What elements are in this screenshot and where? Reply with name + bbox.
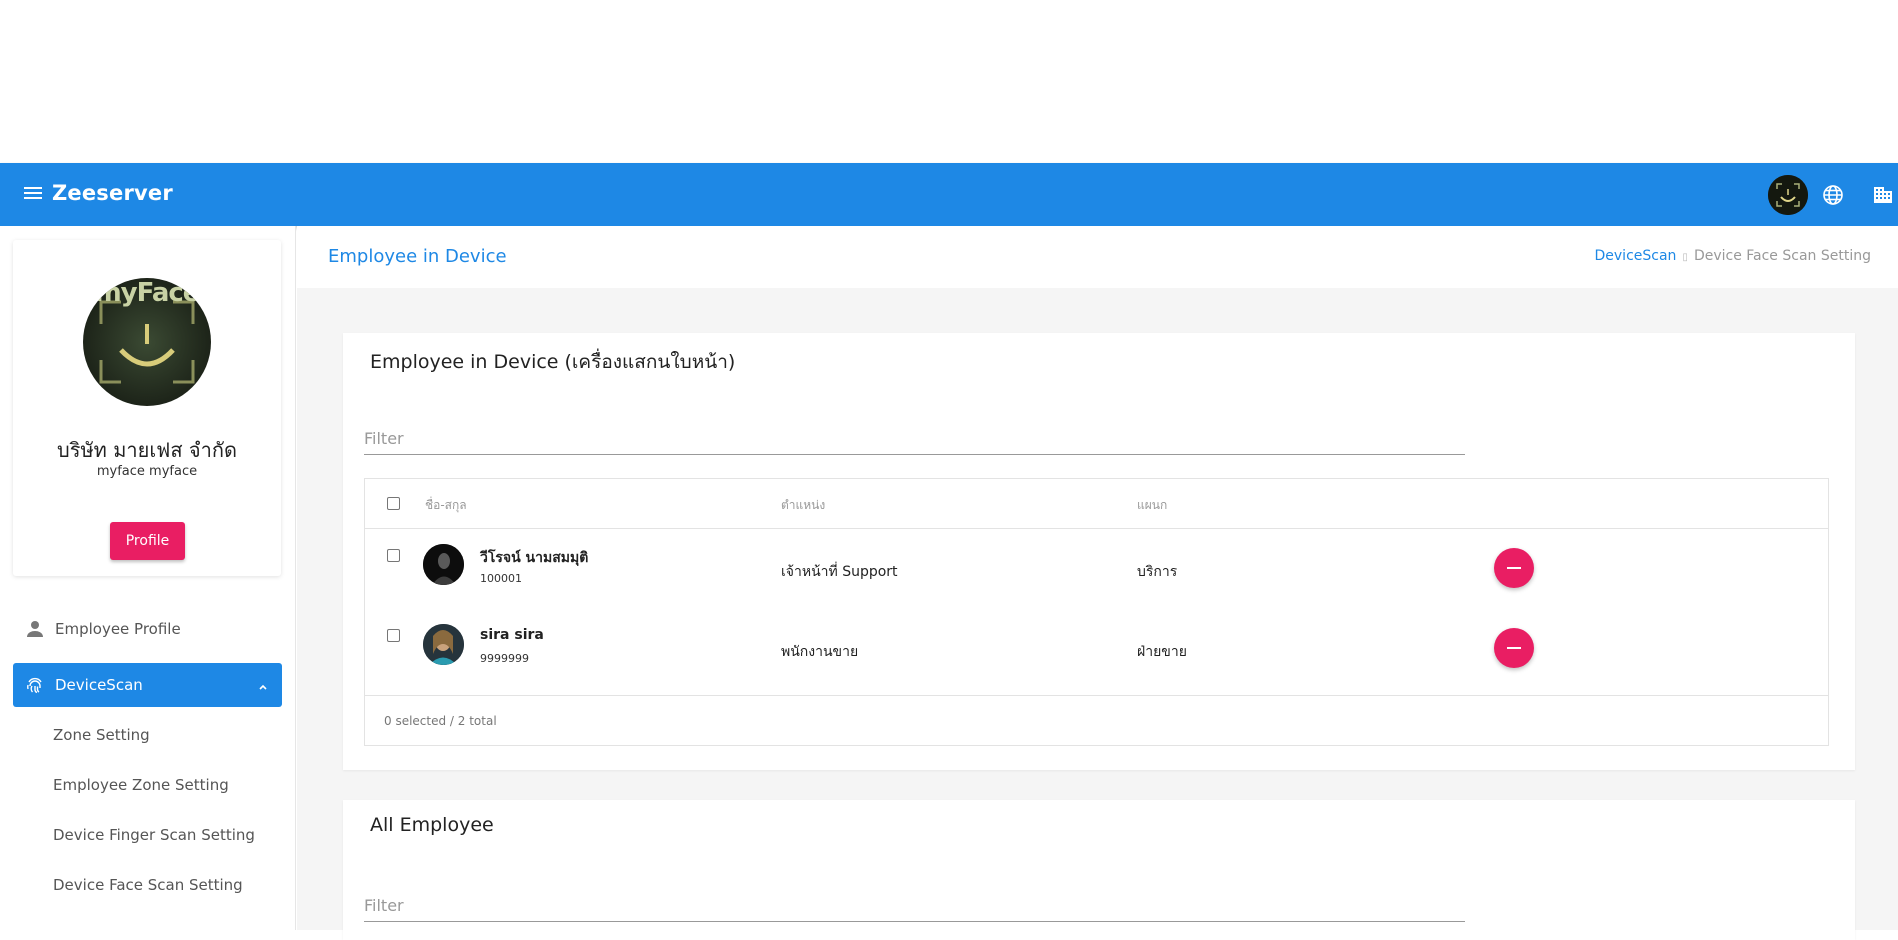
profile-card: myFace บริษัท มายเฟส จำกัด myface myface… bbox=[13, 240, 281, 576]
remove-employee-button[interactable] bbox=[1494, 628, 1534, 668]
breadcrumb-current: Device Face Scan Setting bbox=[1693, 248, 1871, 264]
card-title: Employee in Device (เครื่องแสกนใบหน้า) bbox=[370, 351, 736, 373]
employee-department: บริการ bbox=[1137, 564, 1178, 580]
table-row[interactable]: วีโรจน์ นามสมมุติ 100001 เจ้าหน้าที่ Sup… bbox=[365, 533, 1828, 613]
column-header-position[interactable]: ตำแหน่ง bbox=[781, 496, 825, 515]
select-all-checkbox[interactable] bbox=[387, 497, 400, 510]
table-row[interactable]: sira sira 9999999 พนักงานขาย ฝ่ายขาย bbox=[365, 613, 1828, 693]
employee-position: เจ้าหน้าที่ Support bbox=[781, 564, 898, 580]
building-icon[interactable] bbox=[1872, 184, 1894, 206]
page-title: Employee in Device bbox=[328, 246, 507, 267]
remove-employee-button[interactable] bbox=[1494, 548, 1534, 588]
sidebar-item-devicescan[interactable]: DeviceScan bbox=[13, 663, 282, 707]
filter-field bbox=[364, 890, 1465, 922]
employee-code: 9999999 bbox=[480, 652, 529, 665]
employee-position: พนักงานขาย bbox=[781, 644, 859, 660]
employee-code: 100001 bbox=[480, 572, 522, 585]
user-avatar[interactable] bbox=[1768, 175, 1808, 215]
breadcrumb: DeviceScan ▯ Device Face Scan Setting bbox=[1595, 248, 1872, 264]
app-bar: Zeeserver bbox=[0, 163, 1898, 226]
chevron-up-icon bbox=[258, 678, 268, 690]
menu-icon[interactable] bbox=[22, 184, 44, 206]
filter-input[interactable] bbox=[364, 890, 1465, 920]
avatar bbox=[423, 624, 464, 665]
person-icon bbox=[25, 619, 45, 639]
sidebar-item-label: DeviceScan bbox=[55, 676, 143, 694]
filter-input[interactable] bbox=[364, 423, 1465, 453]
employee-in-device-card: Employee in Device (เครื่องแสกนใบหน้า) ช… bbox=[343, 333, 1855, 770]
top-blank-area bbox=[0, 0, 1898, 163]
sidebar: myFace บริษัท มายเฟส จำกัด myface myface… bbox=[0, 226, 296, 930]
table-footer: 0 selected / 2 total bbox=[365, 695, 1828, 745]
company-logo: myFace bbox=[83, 278, 211, 406]
card-title: All Employee bbox=[370, 814, 494, 836]
page-header: Employee in Device DeviceScan ▯ Device Fac… bbox=[297, 226, 1898, 288]
employee-table: ชื่อ-สกุล ตำแหน่ง แผนก วีโรจน์ นามสมมุติ… bbox=[364, 478, 1829, 746]
logo-text: myFace bbox=[94, 278, 201, 308]
breadcrumb-separator: ▯ bbox=[1682, 252, 1688, 263]
main-content: Employee in Device DeviceScan ▯ Device Fac… bbox=[297, 226, 1898, 940]
sidebar-subitem-device-finger-scan-setting[interactable]: Device Finger Scan Setting bbox=[53, 826, 255, 844]
sidebar-subitem-zone-setting[interactable]: Zone Setting bbox=[53, 726, 150, 744]
app-title[interactable]: Zeeserver bbox=[52, 181, 173, 205]
column-header-name[interactable]: ชื่อ-สกุล bbox=[425, 496, 467, 515]
row-checkbox[interactable] bbox=[387, 549, 400, 562]
employee-name: sira sira bbox=[480, 627, 544, 643]
breadcrumb-devicescan[interactable]: DeviceScan bbox=[1595, 248, 1677, 264]
row-checkbox[interactable] bbox=[387, 629, 400, 642]
selection-count: 0 selected / 2 total bbox=[384, 714, 497, 728]
user-name: myface myface bbox=[96, 464, 198, 479]
sidebar-item-label: Employee Profile bbox=[55, 620, 181, 638]
avatar bbox=[423, 544, 464, 585]
company-name: บริษัท มายเฟส จำกัด bbox=[57, 438, 237, 462]
all-employee-card: All Employee bbox=[343, 800, 1855, 940]
filter-field bbox=[364, 423, 1465, 455]
sidebar-subitem-employee-zone-setting[interactable]: Employee Zone Setting bbox=[53, 776, 229, 794]
column-header-department[interactable]: แผนก bbox=[1137, 496, 1167, 515]
fingerprint-icon bbox=[25, 675, 45, 695]
employee-name: วีโรจน์ นามสมมุติ bbox=[480, 550, 589, 566]
globe-icon[interactable] bbox=[1822, 184, 1844, 206]
profile-button[interactable]: Profile bbox=[110, 522, 185, 560]
sidebar-subitem-device-face-scan-setting[interactable]: Device Face Scan Setting bbox=[53, 876, 243, 894]
table-header: ชื่อ-สกุล ตำแหน่ง แผนก bbox=[365, 479, 1828, 529]
employee-department: ฝ่ายขาย bbox=[1137, 644, 1187, 660]
sidebar-item-employee-profile[interactable]: Employee Profile bbox=[13, 607, 282, 651]
